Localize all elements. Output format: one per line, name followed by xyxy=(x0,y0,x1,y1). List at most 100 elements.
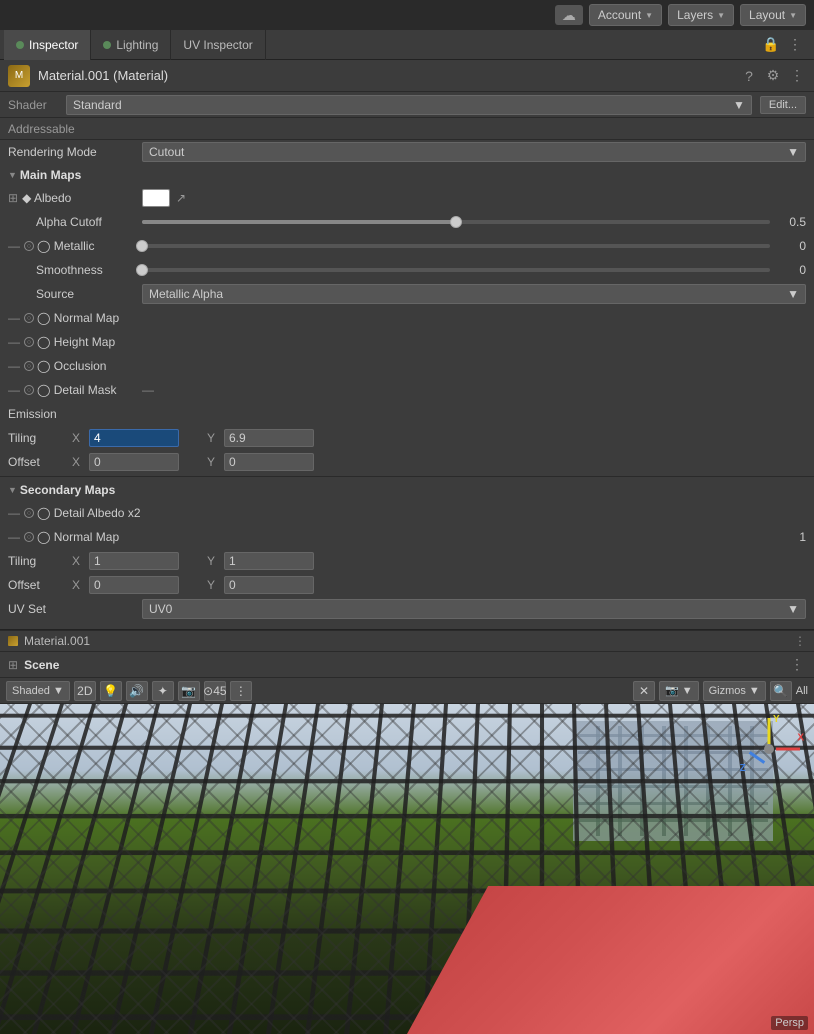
lighting-tab-label: Lighting xyxy=(116,38,158,52)
secondary-maps-expand-icon[interactable]: ▼ xyxy=(8,485,17,495)
account-dropdown[interactable]: Account ▼ xyxy=(589,4,662,26)
source-label: Source xyxy=(8,287,138,301)
sec-tiling-y-axis: Y xyxy=(207,554,221,568)
secondary-offset-row: Offset X Y xyxy=(0,573,814,597)
tiling-x-input[interactable] xyxy=(89,429,179,447)
tab-inspector[interactable]: Inspector xyxy=(4,30,91,60)
shading-mode-dropdown[interactable]: Shaded ▼ xyxy=(6,681,70,701)
rendering-mode-dropdown[interactable]: Cutout ▼ xyxy=(142,142,806,162)
scene-title: Scene xyxy=(24,658,59,672)
gizmo-overlay: Y X Z xyxy=(734,714,804,784)
secondary-normal-value-area: 1 xyxy=(142,530,806,544)
light-icon-btn[interactable]: 💡 xyxy=(100,681,122,701)
detail-mask-row: — ○ ◯ Detail Mask — xyxy=(0,378,814,402)
search-icon-btn[interactable]: 🔍 xyxy=(770,681,792,701)
tiling-y-axis: Y xyxy=(207,431,221,445)
detail-mask-value-area: — xyxy=(142,383,806,397)
more-icon[interactable]: ⋮ xyxy=(788,67,806,85)
layers-label: Layers xyxy=(677,8,713,22)
uv-set-value: UV0 xyxy=(149,602,172,616)
offset-y-input[interactable] xyxy=(224,453,314,471)
gizmos-area: ✕ 📷 ▼ Gizmos ▼ 🔍 All xyxy=(633,681,808,701)
gizmo-y-label: Y xyxy=(773,714,780,725)
metallic-slider[interactable] xyxy=(142,239,770,253)
albedo-eye-icon[interactable]: ↗ xyxy=(176,191,186,205)
gizmo-x-axis xyxy=(776,748,800,751)
detail-mask-dash-icon: — xyxy=(8,383,20,397)
scene-grid-icon: ⊞ xyxy=(8,658,18,672)
scene-toolbar: Shaded ▼ 2D 💡 🔊 ✦ 📷 ⊙ 45 ⋮ ✕ 📷 ▼ Gizmos … xyxy=(0,678,814,704)
layers-dropdown[interactable]: Layers ▼ xyxy=(668,4,734,26)
persp-label: Persp xyxy=(771,1016,808,1030)
shader-edit-button[interactable]: Edit... xyxy=(760,96,806,114)
sec-tiling-x-input[interactable] xyxy=(89,552,179,570)
material-bottom-label: Material.001 xyxy=(24,634,90,648)
gizmo-axes: Y X Z xyxy=(734,714,804,784)
layers-caret-icon: ▼ xyxy=(717,11,725,20)
occlusion-dash-icon: — xyxy=(8,359,20,373)
tab-uv-inspector[interactable]: UV Inspector xyxy=(171,30,265,60)
lighting-dot-icon xyxy=(103,41,111,49)
more-options-icon[interactable]: ⋮ xyxy=(786,36,804,54)
emission-label: Emission xyxy=(8,407,138,421)
effects-icon-btn[interactable]: ✦ xyxy=(152,681,174,701)
gizmos-dropdown[interactable]: Gizmos ▼ xyxy=(703,681,766,701)
tabs-bar: Inspector Lighting UV Inspector 🔒 ⋮ xyxy=(0,30,814,60)
alpha-cutoff-slider[interactable] xyxy=(142,215,770,229)
detail-albedo-dash-icon: — xyxy=(8,506,20,520)
sec-tiling-y-input[interactable] xyxy=(224,552,314,570)
albedo-row: ⊞ ◆ Albedo ↗ xyxy=(0,186,814,210)
sec-tiling-y-field: Y xyxy=(207,552,314,570)
secondary-normal-row: — ○ ◯ Normal Map 1 xyxy=(0,525,814,549)
offset-y-field: Y xyxy=(207,453,314,471)
addressable-row: Addressable xyxy=(0,118,814,140)
uv-inspector-tab-label: UV Inspector xyxy=(183,38,252,52)
tiling-x-field: X xyxy=(72,429,179,447)
metallic-value-area: 0 xyxy=(142,239,806,253)
angle-btn[interactable]: ⊙ 45 xyxy=(204,681,226,701)
cloud-icon[interactable]: ☁ xyxy=(555,5,583,25)
sec-tiling-x-field: X xyxy=(72,552,179,570)
tab-lighting[interactable]: Lighting xyxy=(91,30,171,60)
main-maps-expand-icon[interactable]: ▼ xyxy=(8,170,17,180)
tiling-y-input[interactable] xyxy=(224,429,314,447)
tiling-y-field: Y xyxy=(207,429,314,447)
lock-icon[interactable]: 🔒 xyxy=(762,36,780,54)
2d-toggle[interactable]: 2D xyxy=(74,681,96,701)
source-caret-icon: ▼ xyxy=(787,287,799,301)
smoothness-slider[interactable] xyxy=(142,263,770,277)
sec-normal-circle-icon: ○ xyxy=(24,532,34,542)
occlusion-circle-icon: ○ xyxy=(24,361,34,371)
metallic-label: ◯ Metallic xyxy=(37,239,94,253)
secondary-maps-label: Secondary Maps xyxy=(20,483,115,497)
transform-icon-btn[interactable]: ✕ xyxy=(633,681,655,701)
layout-dropdown[interactable]: Layout ▼ xyxy=(740,4,806,26)
shader-row: Shader Standard ▼ Edit... xyxy=(0,92,814,118)
shader-dropdown[interactable]: Standard ▼ xyxy=(66,95,752,115)
normal-map-label: ◯ Normal Map xyxy=(37,311,119,325)
rendering-mode-value-area: Cutout ▼ xyxy=(142,142,806,162)
albedo-color-swatch[interactable] xyxy=(142,189,170,207)
help-icon[interactable]: ? xyxy=(740,67,758,85)
secondary-normal-value: 1 xyxy=(799,530,806,544)
material-kebab-icon[interactable]: ⋮ xyxy=(794,634,806,648)
grid-options-btn[interactable]: ⋮ xyxy=(230,681,252,701)
detail-albedo-row: — ○ ◯ Detail Albedo x2 xyxy=(0,501,814,525)
source-dropdown[interactable]: Metallic Alpha ▼ xyxy=(142,284,806,304)
uv-set-dropdown[interactable]: UV0 ▼ xyxy=(142,599,806,619)
gizmo-y-axis xyxy=(768,718,771,744)
height-circle-icon: ○ xyxy=(24,337,34,347)
scene-more-icon[interactable]: ⋮ xyxy=(788,656,806,674)
audio-icon-btn[interactable]: 🔊 xyxy=(126,681,148,701)
normal-dash-icon: — xyxy=(8,311,20,325)
camera-mode-dropdown[interactable]: 📷 ▼ xyxy=(659,681,699,701)
offset-x-input[interactable] xyxy=(89,453,179,471)
rendering-mode-row: Rendering Mode Cutout ▼ xyxy=(0,140,814,164)
detail-albedo-label: ◯ Detail Albedo x2 xyxy=(37,506,141,520)
camera-icon-btn[interactable]: 📷 xyxy=(178,681,200,701)
settings-icon[interactable]: ⚙ xyxy=(764,67,782,85)
occlusion-row: — ○ ◯ Occlusion xyxy=(0,354,814,378)
sec-offset-x-input[interactable] xyxy=(89,576,179,594)
rendering-mode-label: Rendering Mode xyxy=(8,145,138,159)
sec-offset-y-input[interactable] xyxy=(224,576,314,594)
